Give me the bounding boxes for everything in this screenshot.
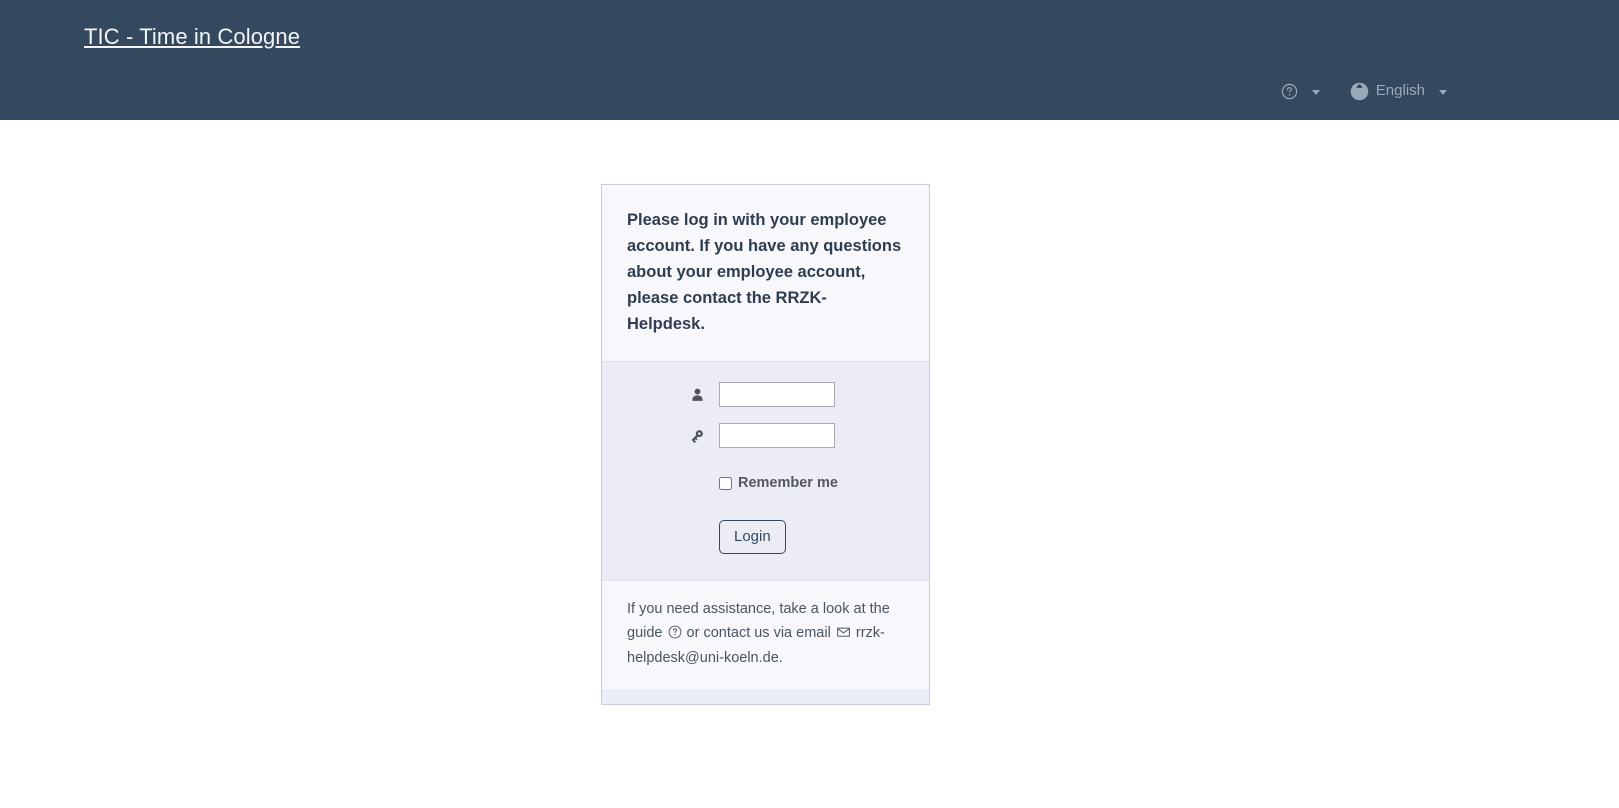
chevron-down-icon (1311, 89, 1320, 95)
login-form: Remember me Login (602, 361, 929, 581)
username-input[interactable] (719, 382, 835, 407)
login-card-footer: If you need assistance, take a look at t… (602, 581, 929, 690)
card-bottom-strip (602, 689, 929, 704)
language-label: English (1375, 82, 1425, 99)
person-icon (686, 387, 708, 403)
key-icon (686, 428, 708, 444)
remember-me-label[interactable]: Remember me (738, 474, 838, 492)
assistance-text-middle: or contact us via email (686, 624, 831, 641)
login-button[interactable]: Login (719, 520, 786, 554)
question-circle-icon (1281, 83, 1298, 100)
login-card: Please log in with your employee account… (601, 184, 930, 705)
assistance-text: If you need assistance, take a look at t… (627, 598, 904, 671)
globe-icon (1350, 82, 1369, 101)
password-input[interactable] (719, 423, 835, 448)
language-selector[interactable]: English (1346, 76, 1451, 106)
envelope-icon[interactable] (836, 624, 851, 648)
app-brand-title[interactable]: TIC - Time in Cologne (84, 22, 300, 52)
password-row (602, 423, 929, 448)
help-menu-button[interactable] (1277, 83, 1324, 100)
app-header-bar: TIC - Time in Cologne English (0, 0, 1619, 120)
header-right-controls: English (1277, 76, 1451, 106)
login-card-header: Please log in with your employee account… (602, 185, 929, 361)
remember-me-row: Remember me (602, 474, 929, 492)
remember-me-checkbox[interactable] (719, 476, 732, 490)
question-circle-icon[interactable] (668, 624, 682, 648)
chevron-down-icon (1439, 89, 1447, 95)
login-instruction-text: Please log in with your employee account… (627, 211, 902, 333)
username-row (602, 382, 929, 407)
login-button-row: Login (602, 520, 929, 554)
